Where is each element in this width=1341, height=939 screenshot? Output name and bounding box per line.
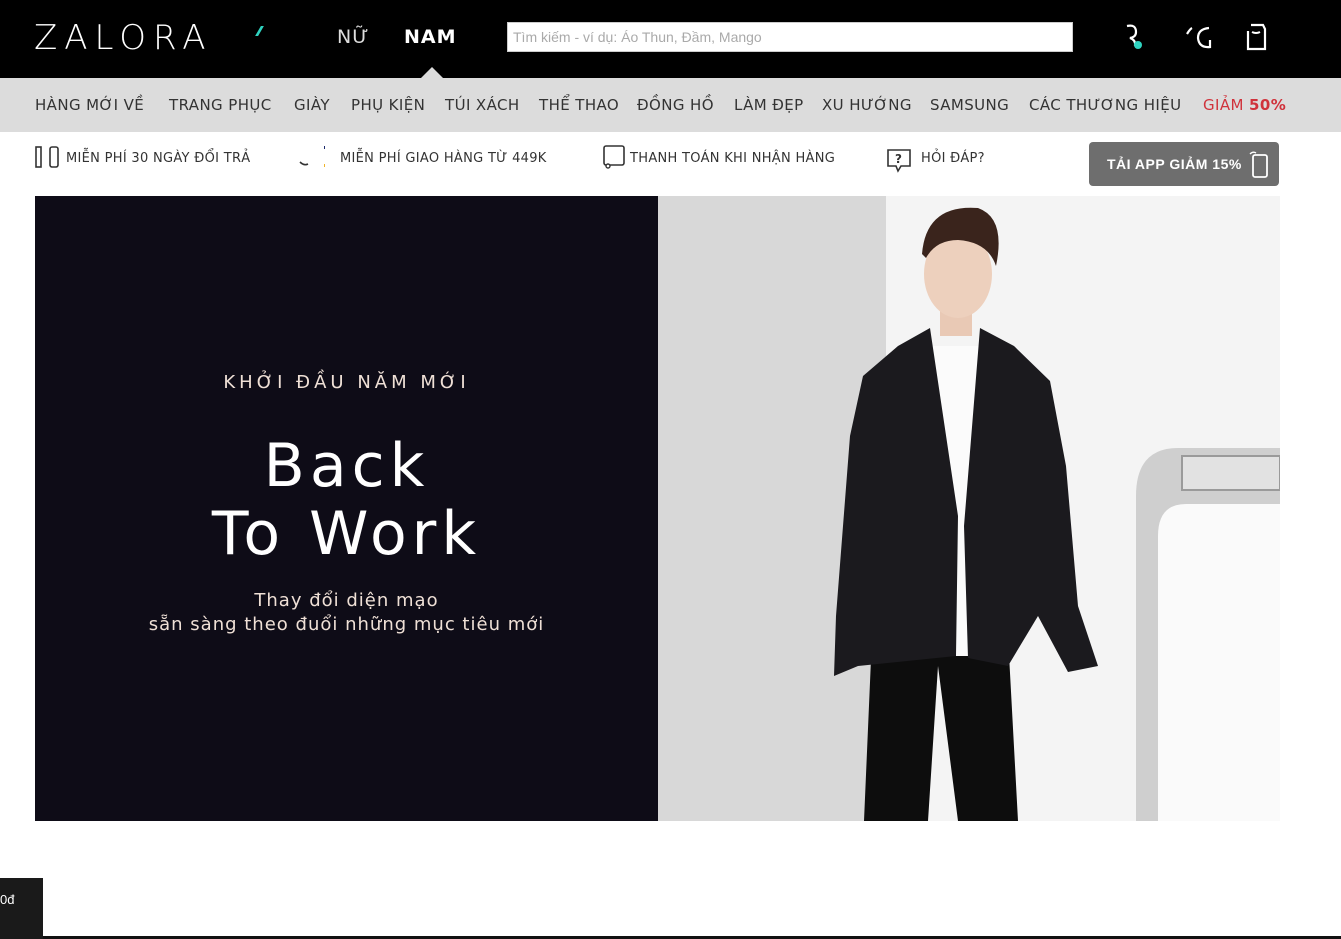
banner-text-panel: KHỞI ĐẦU NĂM MỚI Back To Work Thay đổi d… xyxy=(35,196,658,821)
download-app-label: TẢI APP GIẢM 15% xyxy=(1107,156,1242,172)
wishlist-icon[interactable] xyxy=(1184,20,1218,54)
nav-accessories[interactable]: PHỤ KIỆN xyxy=(351,95,425,115)
nav-beauty[interactable]: LÀM ĐẸP xyxy=(734,95,804,115)
nav-sale[interactable]: GIẢM 50% xyxy=(1203,95,1286,115)
cart-icon[interactable] xyxy=(1241,20,1275,54)
nav-watches[interactable]: ĐỒNG HỒ xyxy=(637,95,714,115)
service-faq[interactable]: HỎI ĐÁP? xyxy=(921,150,985,168)
gender-tab-men[interactable]: NAM xyxy=(404,24,457,50)
banner-kicker: KHỞI ĐẦU NĂM MỚI xyxy=(223,372,470,393)
hero-banner[interactable]: KHỞI ĐẦU NĂM MỚI Back To Work Thay đổi d… xyxy=(35,196,1280,821)
banner-title: Back To Work xyxy=(35,432,658,568)
search-input[interactable] xyxy=(507,22,1073,52)
nav-bags[interactable]: TÚI XÁCH xyxy=(445,95,520,115)
svg-text:?: ? xyxy=(895,152,902,166)
phone-icon xyxy=(1249,151,1268,178)
nav-shoes[interactable]: GIÀY xyxy=(294,95,330,115)
account-icon[interactable] xyxy=(1117,20,1151,54)
nav-trends[interactable]: XU HƯỚNG xyxy=(822,95,912,115)
faq-icon: ? xyxy=(886,148,912,174)
nav-samsung[interactable]: SAMSUNG xyxy=(930,95,1009,115)
banner-subtitle-line-1: Thay đổi diện mạo xyxy=(254,590,439,611)
floating-cart-total[interactable]: 0đ xyxy=(0,878,43,939)
nav-clothing[interactable]: TRANG PHỤC xyxy=(169,95,272,115)
shipping-icon xyxy=(299,144,331,170)
active-tab-caret xyxy=(421,67,443,78)
banner-subtitle-line-2: sẵn sàng theo đuổi những mục tiêu mới xyxy=(148,614,545,635)
sale-percent: 50% xyxy=(1249,96,1287,114)
banner-subtitle: Thay đổi diện mạo sẵn sàng theo đuổi nhữ… xyxy=(35,589,658,637)
banner-title-line-1: Back xyxy=(263,431,430,501)
service-cod[interactable]: THANH TOÁN KHI NHẬN HÀNG xyxy=(630,150,835,168)
zalora-logo[interactable]: ZALORA xyxy=(34,18,213,58)
payment-icon xyxy=(602,144,628,170)
sale-label: GIẢM xyxy=(1203,96,1244,114)
service-free-returns[interactable]: MIỄN PHÍ 30 NGÀY ĐỔI TRẢ xyxy=(66,150,250,168)
category-nav: HÀNG MỚI VỀ TRANG PHỤC GIÀY PHỤ KIỆN TÚI… xyxy=(0,78,1341,132)
nav-sports[interactable]: THỂ THAO xyxy=(539,95,619,115)
download-app-button[interactable]: TẢI APP GIẢM 15% xyxy=(1089,142,1279,186)
nav-new-arrivals[interactable]: HÀNG MỚI VỀ xyxy=(35,95,144,115)
return-icon xyxy=(33,144,59,170)
top-header: ZALORA NỮ NAM xyxy=(0,0,1341,78)
service-free-shipping[interactable]: MIỄN PHÍ GIAO HÀNG TỪ 449K xyxy=(340,150,547,168)
banner-photo-panel xyxy=(658,196,1280,821)
logo-accent-mark xyxy=(255,26,264,36)
gender-tab-women[interactable]: NỮ xyxy=(337,24,370,50)
banner-title-line-2: To Work xyxy=(211,499,482,569)
model-photo xyxy=(658,196,1280,821)
nav-brands[interactable]: CÁC THƯƠNG HIỆU xyxy=(1029,95,1182,115)
floating-cart-total-text: 0đ xyxy=(0,892,15,907)
